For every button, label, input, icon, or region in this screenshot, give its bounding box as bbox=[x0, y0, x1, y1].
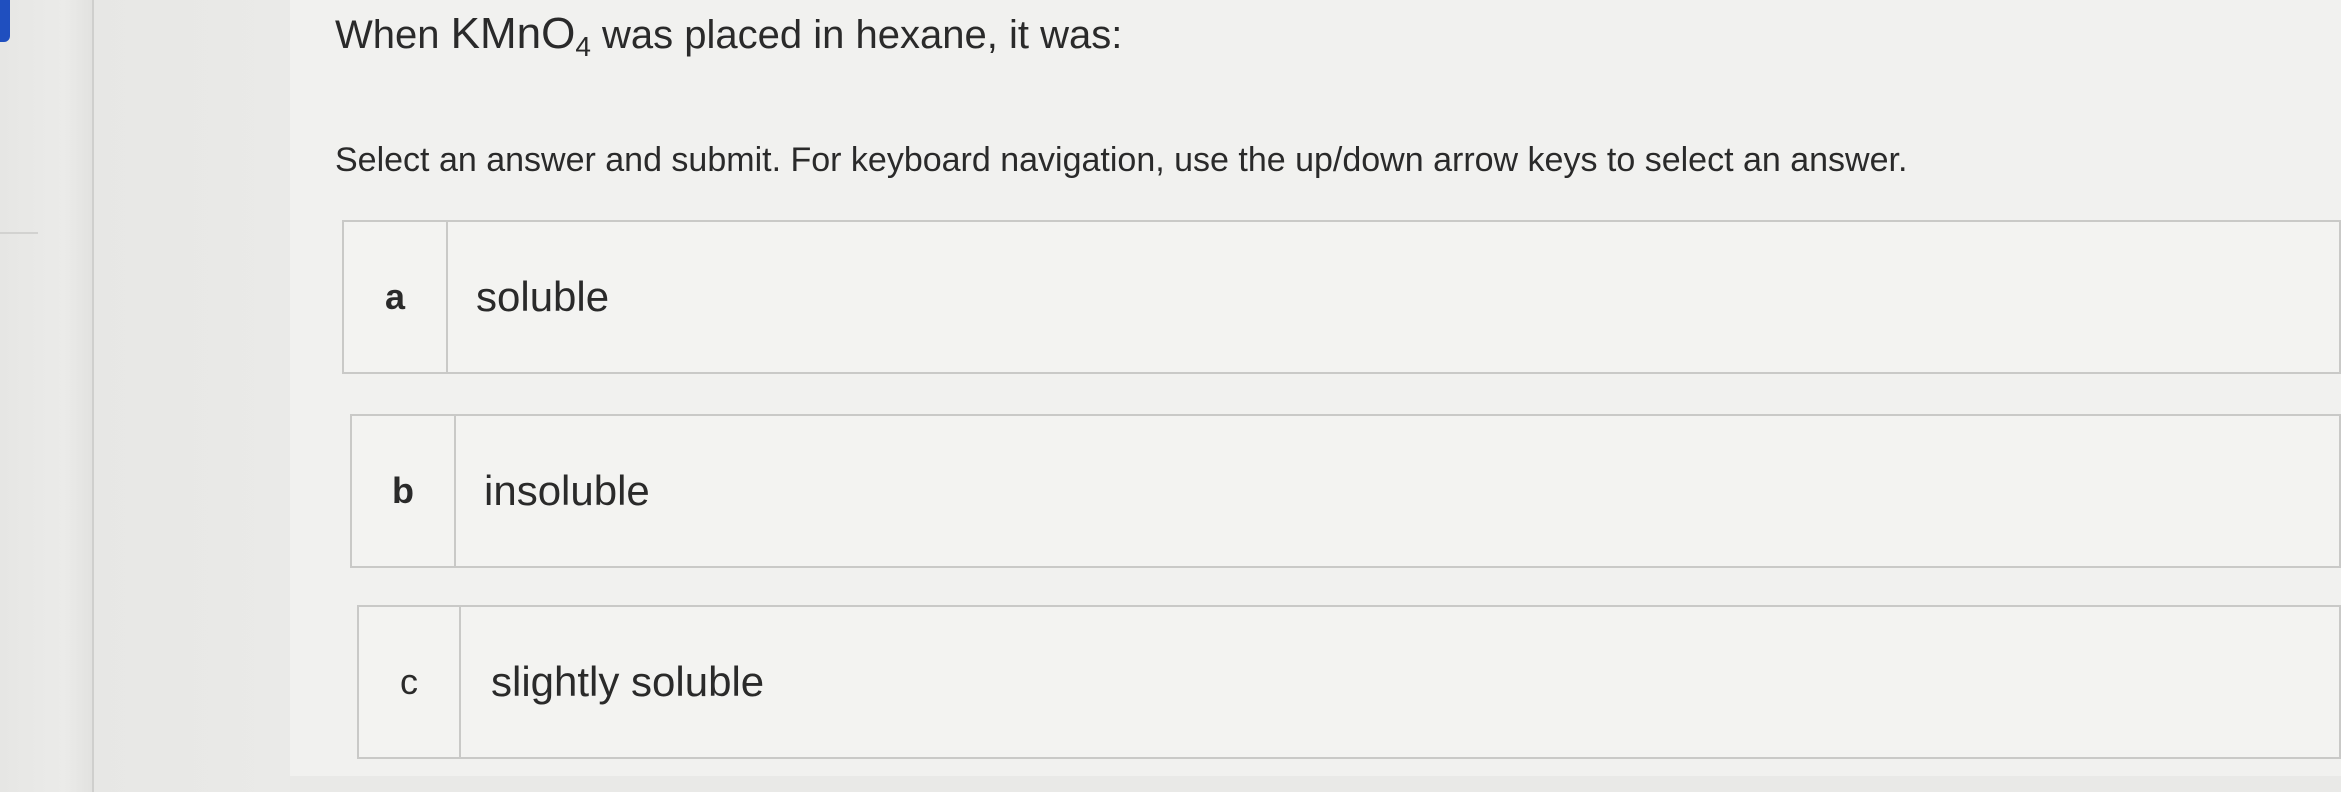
sidebar-active-indicator bbox=[0, 0, 10, 42]
answer-option-a[interactable]: a soluble bbox=[342, 220, 2341, 374]
sidebar-divider bbox=[0, 232, 38, 234]
answer-instructions: Select an answer and submit. For keyboar… bbox=[335, 141, 1908, 179]
question-prefix: When bbox=[335, 13, 440, 57]
option-text: soluble bbox=[476, 273, 610, 320]
option-letter: a bbox=[344, 222, 448, 372]
left-sidebar bbox=[0, 0, 94, 792]
option-letter: b bbox=[352, 416, 456, 566]
bottom-strip bbox=[290, 776, 2341, 792]
formula-main: KMnO bbox=[450, 9, 576, 58]
option-text: slightly soluble bbox=[491, 658, 765, 705]
content-gutter bbox=[94, 0, 290, 792]
question-suffix: was placed in hexane, it was: bbox=[602, 13, 1123, 57]
answer-option-b[interactable]: b insoluble bbox=[350, 414, 2341, 568]
chemical-formula: KMnO4 bbox=[450, 9, 591, 61]
option-text: insoluble bbox=[484, 467, 650, 514]
answer-option-c[interactable]: c slightly soluble bbox=[357, 605, 2341, 759]
question-text: When KMnO4 was placed in hexane, it was: bbox=[335, 4, 1122, 65]
formula-subscript: 4 bbox=[575, 31, 591, 62]
option-letter: c bbox=[359, 607, 461, 757]
